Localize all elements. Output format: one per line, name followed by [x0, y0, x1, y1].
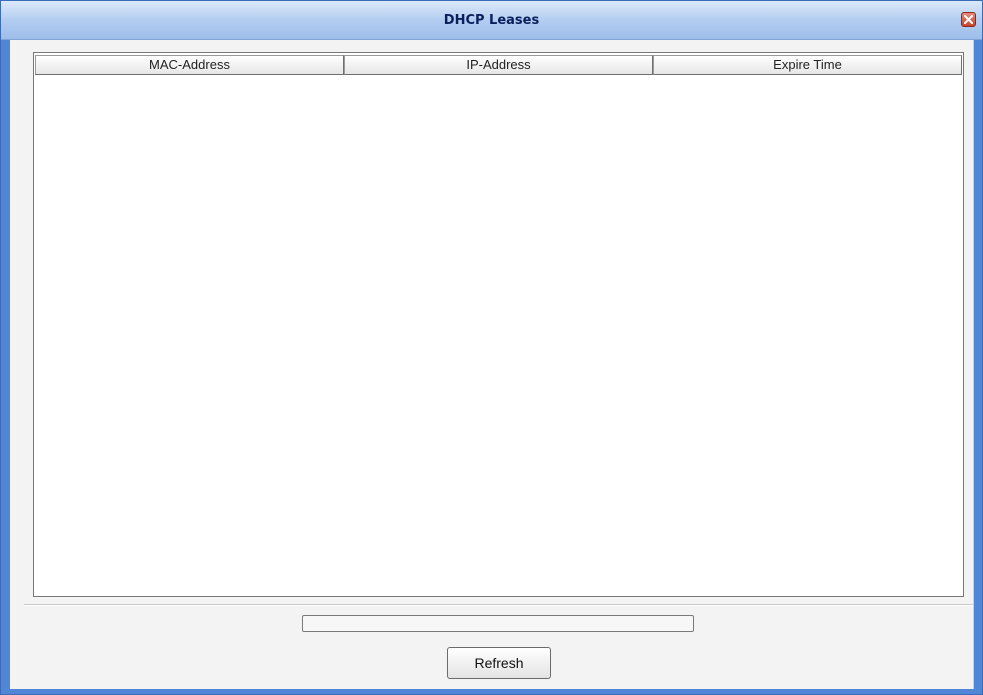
table-body[interactable] [35, 76, 962, 595]
title-bar[interactable]: DHCP Leases [1, 1, 982, 40]
column-header-ip-address[interactable]: IP-Address [344, 55, 653, 75]
dhcp-leases-window: DHCP Leases MAC-Address IP-Address Expir… [0, 0, 983, 695]
window-content: MAC-Address IP-Address Expire Time Refre… [10, 40, 974, 689]
close-icon [964, 15, 973, 24]
separator [24, 604, 973, 606]
close-button[interactable] [961, 12, 976, 27]
column-header-mac-address[interactable]: MAC-Address [35, 55, 344, 75]
table-header: MAC-Address IP-Address Expire Time [35, 55, 962, 75]
leases-table: MAC-Address IP-Address Expire Time [33, 52, 964, 597]
column-header-expire-time[interactable]: Expire Time [653, 55, 962, 75]
progress-bar [302, 615, 694, 632]
window-title: DHCP Leases [443, 13, 540, 28]
refresh-button[interactable]: Refresh [447, 647, 551, 679]
